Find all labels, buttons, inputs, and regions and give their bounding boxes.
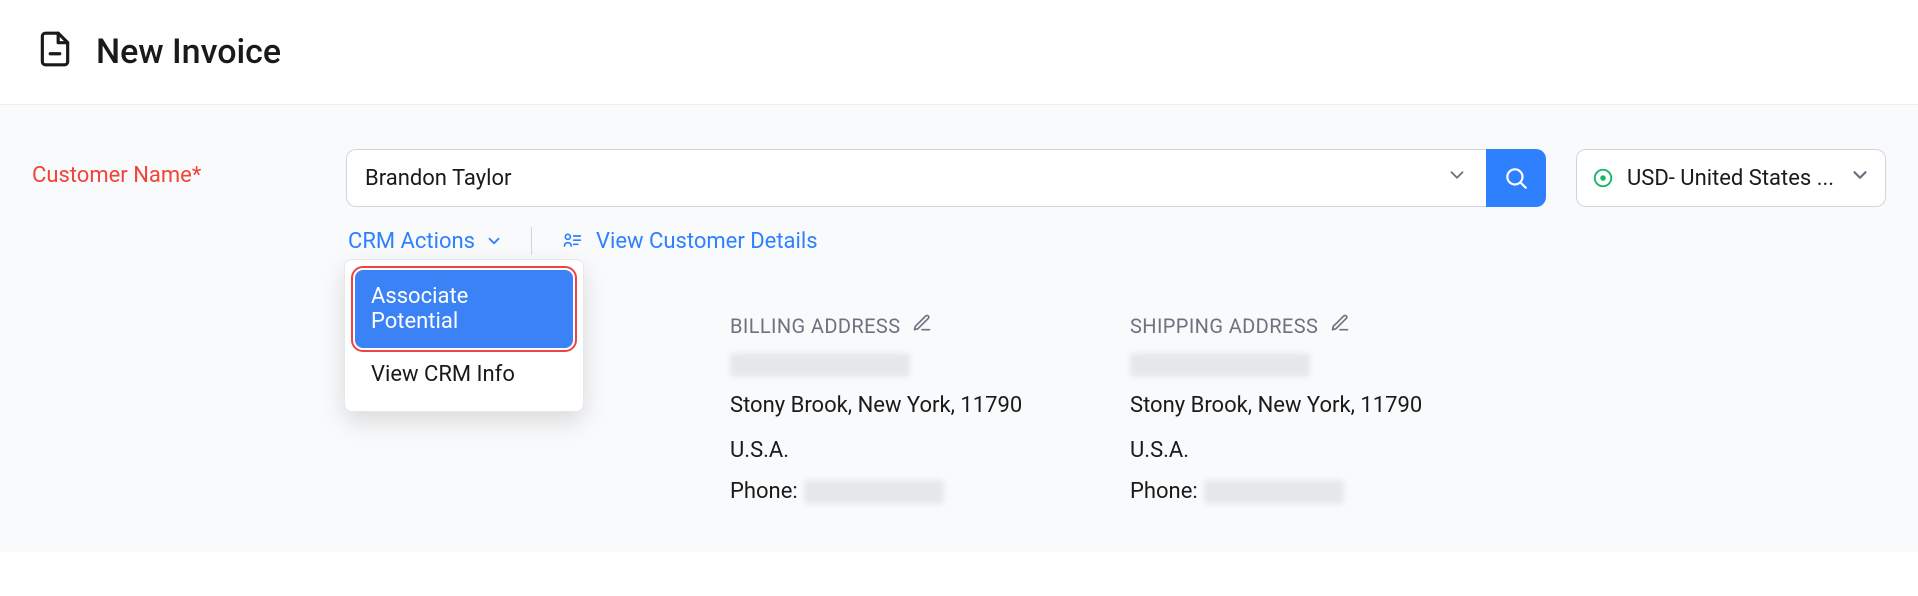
crm-actions-menu: Associate Potential View CRM Info xyxy=(344,259,584,412)
shipping-title: SHIPPING ADDRESS xyxy=(1130,314,1318,338)
billing-line3: U.S.A. xyxy=(730,434,1060,467)
shipping-line3: U.S.A. xyxy=(1130,434,1460,467)
billing-line2: Stony Brook, New York, 11790 xyxy=(730,389,1060,422)
crm-actions-dropdown[interactable]: CRM Actions xyxy=(348,229,503,254)
billing-address-block: BILLING ADDRESS Stony Brook, New York, 1… xyxy=(730,313,1060,508)
redacted-line xyxy=(730,353,910,377)
billing-title: BILLING ADDRESS xyxy=(730,314,900,338)
crm-actions-label: CRM Actions xyxy=(348,229,475,254)
page-header: New Invoice xyxy=(0,0,1918,105)
billing-phone-label: Phone: xyxy=(730,475,798,508)
chevron-down-icon xyxy=(1849,164,1871,192)
form-area: Customer Name* Brandon Taylor xyxy=(0,105,1918,552)
redacted-phone xyxy=(804,480,944,504)
shipping-line2: Stony Brook, New York, 11790 xyxy=(1130,389,1460,422)
edit-shipping-icon[interactable] xyxy=(1330,313,1350,339)
customer-search-button[interactable] xyxy=(1486,149,1546,207)
currency-value: USD- United States ... xyxy=(1627,166,1837,191)
redacted-phone xyxy=(1204,480,1344,504)
menu-item-view-crm-info[interactable]: View CRM Info xyxy=(355,348,573,401)
view-details-label: View Customer Details xyxy=(596,229,818,254)
separator xyxy=(531,227,532,255)
chevron-down-icon xyxy=(1446,164,1468,192)
page-title: New Invoice xyxy=(96,32,281,72)
document-icon xyxy=(36,30,74,74)
menu-item-associate-potential[interactable]: Associate Potential xyxy=(355,270,573,348)
currency-select[interactable]: USD- United States ... xyxy=(1576,149,1886,207)
view-customer-details-link[interactable]: View Customer Details xyxy=(560,229,818,254)
currency-icon xyxy=(1591,166,1615,190)
customer-name-label: Customer Name* xyxy=(32,149,322,188)
customer-select[interactable]: Brandon Taylor xyxy=(346,149,1486,207)
customer-select-value: Brandon Taylor xyxy=(365,166,511,191)
shipping-address-block: SHIPPING ADDRESS Stony Brook, New York, … xyxy=(1130,313,1460,508)
redacted-line xyxy=(1130,353,1310,377)
shipping-phone-label: Phone: xyxy=(1130,475,1198,508)
edit-billing-icon[interactable] xyxy=(912,313,932,339)
